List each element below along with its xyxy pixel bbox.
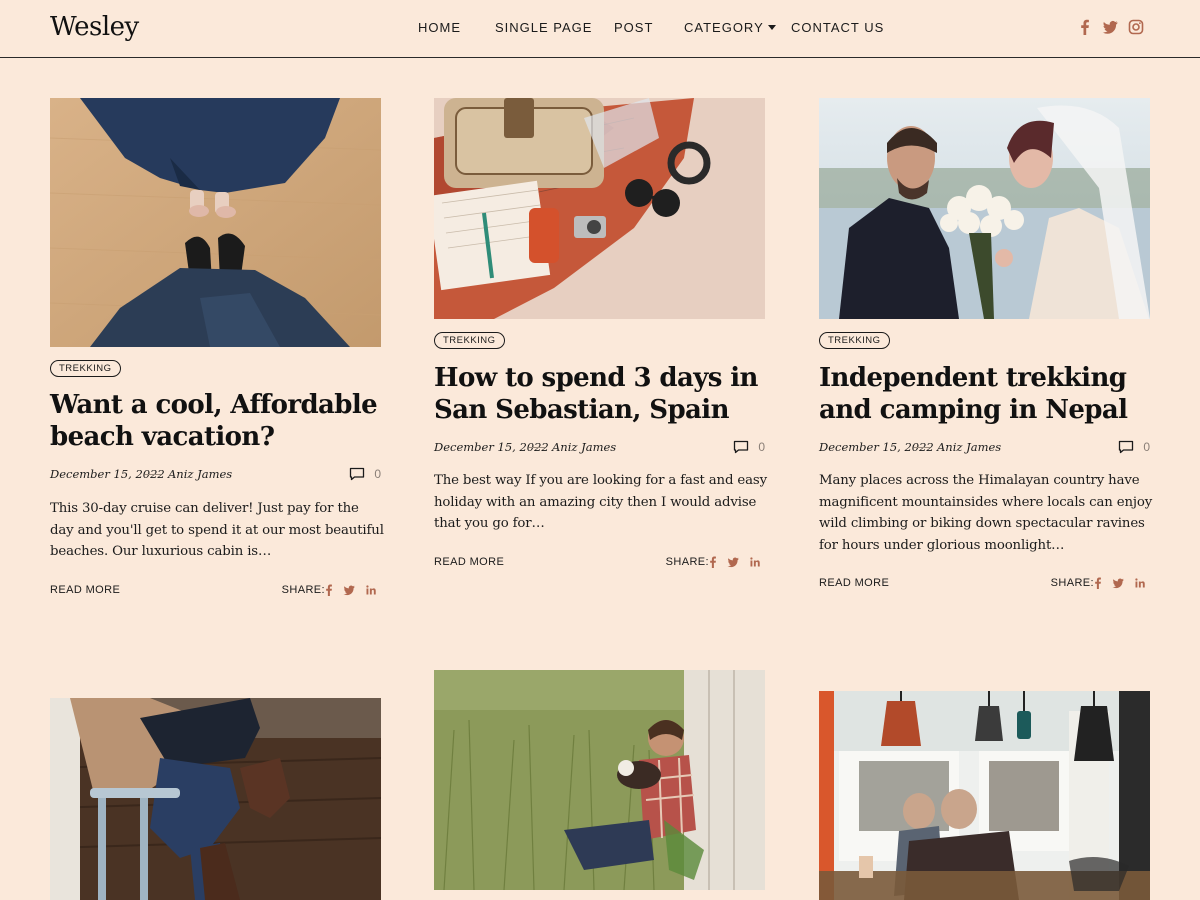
facebook-icon[interactable] [707, 556, 719, 568]
twitter-icon[interactable] [1112, 577, 1124, 589]
facebook-icon[interactable] [1092, 577, 1104, 589]
category-badge[interactable]: TREKKING [50, 360, 121, 377]
post-excerpt: The best way If you are looking for a fa… [434, 473, 767, 531]
comment-icon[interactable] [1118, 440, 1134, 454]
comment-icon[interactable] [349, 467, 365, 481]
read-more-link[interactable]: READ MORE [50, 584, 120, 596]
post-excerpt: Many places across the Himalayan country… [819, 473, 1153, 553]
post-card [819, 691, 1150, 900]
facebook-icon[interactable] [1077, 19, 1093, 35]
twitter-icon[interactable] [1102, 19, 1118, 35]
post-card: TREKKING How to spend 3 days in San Seba… [434, 98, 767, 578]
nav-category-label: CATEGORY [684, 20, 764, 35]
post-image[interactable] [434, 670, 765, 890]
post-meta: December 15, 2022 Aniz James 0 [819, 440, 1150, 456]
post-card: TREKKING Want a cool, Affordable beach v… [50, 98, 384, 608]
site-logo[interactable]: Wesley [50, 12, 139, 42]
linkedin-icon[interactable] [1134, 577, 1146, 589]
nav-home[interactable]: HOME [418, 20, 461, 35]
post-card: TREKKING Independent trekking and campin… [819, 98, 1152, 598]
post-author[interactable]: Aniz James [937, 440, 1001, 454]
site-header: Wesley HOME SINGLE PAGE POST CATEGORY CO… [0, 0, 1200, 58]
post-meta: December 15, 2022 Aniz James 0 [50, 467, 381, 483]
post-author[interactable]: Aniz James [168, 467, 232, 481]
nav-category[interactable]: CATEGORY [684, 20, 776, 35]
post-meta: December 15, 2022 Aniz James 0 [434, 440, 765, 456]
twitter-icon[interactable] [343, 584, 355, 596]
read-more-link[interactable]: READ MORE [434, 556, 504, 568]
nav-single-page[interactable]: SINGLE PAGE [495, 20, 592, 35]
read-more-link[interactable]: READ MORE [819, 577, 889, 589]
share-label: SHARE: [281, 584, 325, 596]
chevron-down-icon [767, 25, 776, 30]
instagram-icon[interactable] [1128, 19, 1144, 35]
linkedin-icon[interactable] [749, 556, 761, 568]
meta-divider [529, 447, 545, 448]
share-links: SHARE: [261, 584, 381, 598]
share-label: SHARE: [1050, 577, 1094, 589]
twitter-icon[interactable] [727, 556, 739, 568]
meta-divider [914, 447, 930, 448]
share-label: SHARE: [665, 556, 709, 568]
post-image[interactable] [819, 691, 1150, 900]
post-title[interactable]: Want a cool, Affordable beach vacation? [50, 389, 381, 453]
post-card [50, 698, 381, 900]
post-image[interactable] [50, 98, 381, 347]
post-excerpt: This 30-day cruise can deliver! Just pay… [50, 501, 384, 559]
post-image[interactable] [434, 98, 765, 319]
comment-count: 0 [758, 440, 765, 454]
nav-contact-us[interactable]: CONTACT US [791, 20, 884, 35]
linkedin-icon[interactable] [365, 584, 377, 596]
post-image[interactable] [819, 98, 1150, 319]
post-author[interactable]: Aniz James [552, 440, 616, 454]
share-links: SHARE: [645, 556, 765, 570]
category-badge[interactable]: TREKKING [434, 332, 505, 349]
nav-post[interactable]: POST [614, 20, 653, 35]
comment-count: 0 [1143, 440, 1150, 454]
category-badge[interactable]: TREKKING [819, 332, 890, 349]
meta-divider [145, 474, 161, 475]
share-links: SHARE: [1030, 577, 1150, 591]
facebook-icon[interactable] [323, 584, 335, 596]
post-image[interactable] [50, 698, 381, 900]
comment-icon[interactable] [733, 440, 749, 454]
post-card [434, 670, 765, 900]
comment-count: 0 [374, 467, 381, 481]
post-title[interactable]: How to spend 3 days in San Sebastian, Sp… [434, 362, 765, 426]
post-title[interactable]: Independent trekking and camping in Nepa… [819, 362, 1150, 426]
